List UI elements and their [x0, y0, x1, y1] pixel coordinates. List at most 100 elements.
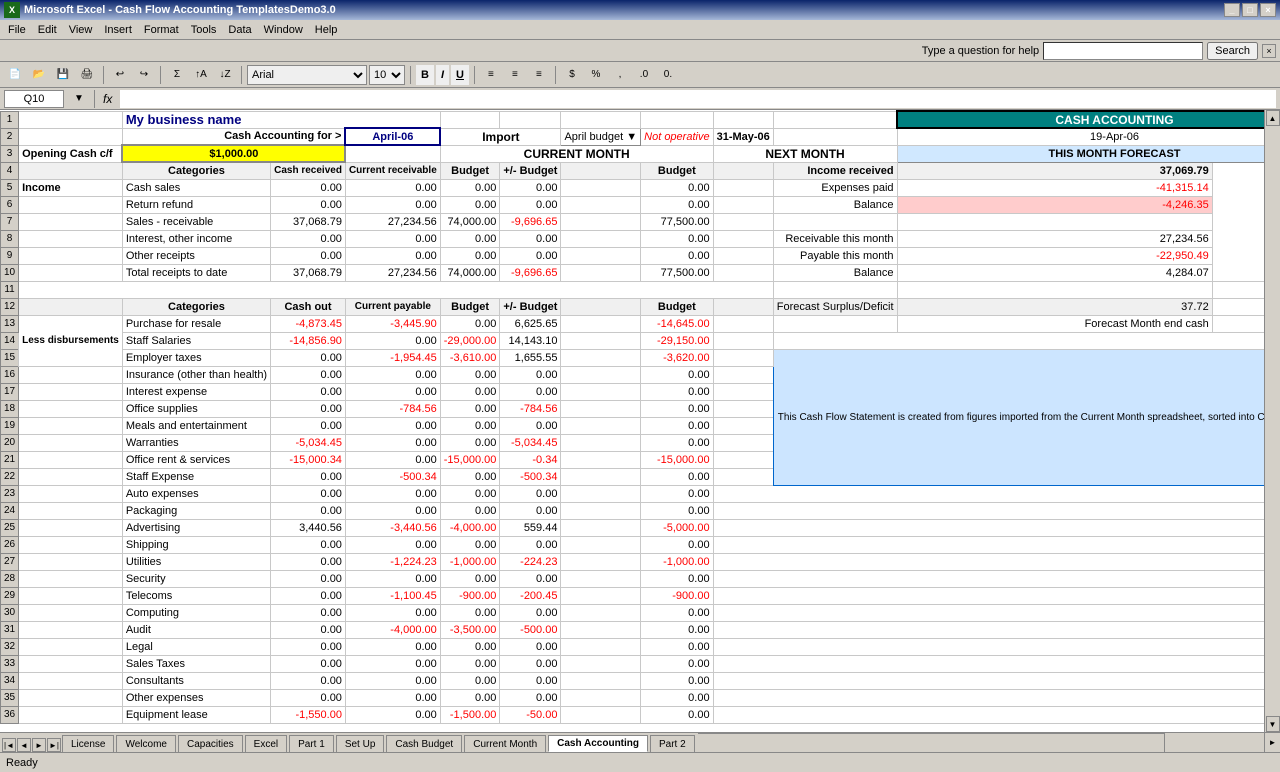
help-close-btn[interactable]: ×: [1262, 44, 1276, 58]
help-input[interactable]: [1043, 42, 1203, 60]
cell-a1[interactable]: [19, 111, 123, 128]
save-btn[interactable]: 💾: [52, 65, 74, 85]
tab-cash-budget[interactable]: Cash Budget: [386, 735, 462, 752]
cell-a2[interactable]: [19, 128, 123, 145]
align-left-btn[interactable]: ≡: [480, 65, 502, 85]
cell-g22[interactable]: [561, 468, 641, 485]
font-size-selector[interactable]: 10: [369, 65, 405, 85]
cell-g14[interactable]: [561, 332, 641, 349]
sum-btn[interactable]: Σ: [166, 65, 188, 85]
cell-a29[interactable]: [19, 587, 123, 604]
open-btn[interactable]: 📂: [28, 65, 50, 85]
underline-button[interactable]: U: [451, 65, 469, 85]
cell-k7[interactable]: [897, 213, 1212, 230]
minimize-btn[interactable]: _: [1224, 3, 1240, 17]
tab-capacities[interactable]: Capacities: [178, 735, 243, 752]
cell-g16[interactable]: [561, 366, 641, 383]
cell-g36[interactable]: [561, 706, 641, 723]
cell-a21[interactable]: [19, 451, 123, 468]
cell-g24[interactable]: [561, 502, 641, 519]
cell-g34[interactable]: [561, 672, 641, 689]
cell-g6[interactable]: [561, 196, 641, 213]
undo-btn[interactable]: ↩: [109, 65, 131, 85]
cell-i8[interactable]: [713, 230, 773, 247]
cell-a8[interactable]: [19, 230, 123, 247]
menu-window[interactable]: Window: [258, 22, 309, 38]
cell-g9[interactable]: [561, 247, 641, 264]
increase-decimal-btn[interactable]: .0: [633, 65, 655, 85]
align-center-btn[interactable]: ≡: [504, 65, 526, 85]
cell-f1[interactable]: [500, 111, 561, 128]
percent-btn[interactable]: %: [585, 65, 607, 85]
cell-h12[interactable]: [561, 298, 641, 315]
cell-g10[interactable]: [561, 264, 641, 281]
cell-a6[interactable]: [19, 196, 123, 213]
cell-a32[interactable]: [19, 638, 123, 655]
cell-j12[interactable]: [713, 298, 773, 315]
new-btn[interactable]: 📄: [4, 65, 26, 85]
cell-g26[interactable]: [561, 536, 641, 553]
search-button[interactable]: Search: [1207, 42, 1258, 60]
cell-j11[interactable]: [773, 281, 897, 298]
menu-help[interactable]: Help: [309, 22, 344, 38]
cell-j13[interactable]: [773, 315, 897, 332]
tab-setup[interactable]: Set Up: [336, 735, 385, 752]
hscroll-right[interactable]: ►: [1264, 733, 1280, 752]
cell-h4[interactable]: [561, 162, 641, 179]
close-btn[interactable]: ×: [1260, 3, 1276, 17]
tab-current-month[interactable]: Current Month: [464, 735, 546, 752]
tab-prev-btn[interactable]: ◄: [17, 738, 31, 752]
cell-i15[interactable]: [713, 349, 773, 366]
cell-a23[interactable]: [19, 485, 123, 502]
cell-k2[interactable]: [773, 128, 897, 145]
tab-part1[interactable]: Part 1: [289, 735, 334, 752]
cell-a7[interactable]: [19, 213, 123, 230]
print-btn[interactable]: 🖨: [76, 65, 98, 85]
cell-i20[interactable]: [713, 434, 773, 451]
cell-g27[interactable]: [561, 553, 641, 570]
cell-a26[interactable]: [19, 536, 123, 553]
currency-btn[interactable]: $: [561, 65, 583, 85]
menu-format[interactable]: Format: [138, 22, 185, 38]
cell-g17[interactable]: [561, 383, 641, 400]
cell-i5[interactable]: [713, 179, 773, 196]
cell-a16[interactable]: [19, 366, 123, 383]
cell-a17[interactable]: [19, 383, 123, 400]
cell-a25[interactable]: [19, 519, 123, 536]
cell-a9[interactable]: [19, 247, 123, 264]
cell-i10[interactable]: [713, 264, 773, 281]
cell-g15[interactable]: [561, 349, 641, 366]
scroll-up-btn[interactable]: ▲: [1266, 110, 1280, 126]
cell-i6[interactable]: [713, 196, 773, 213]
bold-button[interactable]: B: [416, 65, 434, 85]
sort-asc-btn[interactable]: ↑A: [190, 65, 212, 85]
cell-a18[interactable]: [19, 400, 123, 417]
cell-i19[interactable]: [713, 417, 773, 434]
cell-g29[interactable]: [561, 587, 641, 604]
cell-j7[interactable]: [773, 213, 897, 230]
menu-insert[interactable]: Insert: [98, 22, 138, 38]
menu-tools[interactable]: Tools: [185, 22, 223, 38]
menu-view[interactable]: View: [63, 22, 99, 38]
font-selector[interactable]: Arial: [247, 65, 367, 85]
cell-a27[interactable]: [19, 553, 123, 570]
cell-g13[interactable]: [561, 315, 641, 332]
cell-i13[interactable]: [713, 315, 773, 332]
tab-part2[interactable]: Part 2: [650, 735, 695, 752]
tab-cash-accounting[interactable]: Cash Accounting: [548, 735, 648, 752]
cell-l11[interactable]: [1212, 281, 1264, 298]
formula-input[interactable]: [120, 90, 1276, 108]
cell-a33[interactable]: [19, 655, 123, 672]
cell-i7[interactable]: [713, 213, 773, 230]
cell-j1[interactable]: [773, 111, 897, 128]
scroll-down-btn[interactable]: ▼: [1266, 716, 1280, 732]
cell-g32[interactable]: [561, 638, 641, 655]
cell-a28[interactable]: [19, 570, 123, 587]
scroll-track[interactable]: [1266, 126, 1280, 716]
cell-a30[interactable]: [19, 604, 123, 621]
vertical-scrollbar[interactable]: ▲ ▼: [1264, 110, 1280, 732]
name-dropdown-btn[interactable]: ▼: [68, 89, 90, 109]
cell-reference[interactable]: [4, 90, 64, 108]
cell-i9[interactable]: [713, 247, 773, 264]
cell-h1[interactable]: [641, 111, 713, 128]
